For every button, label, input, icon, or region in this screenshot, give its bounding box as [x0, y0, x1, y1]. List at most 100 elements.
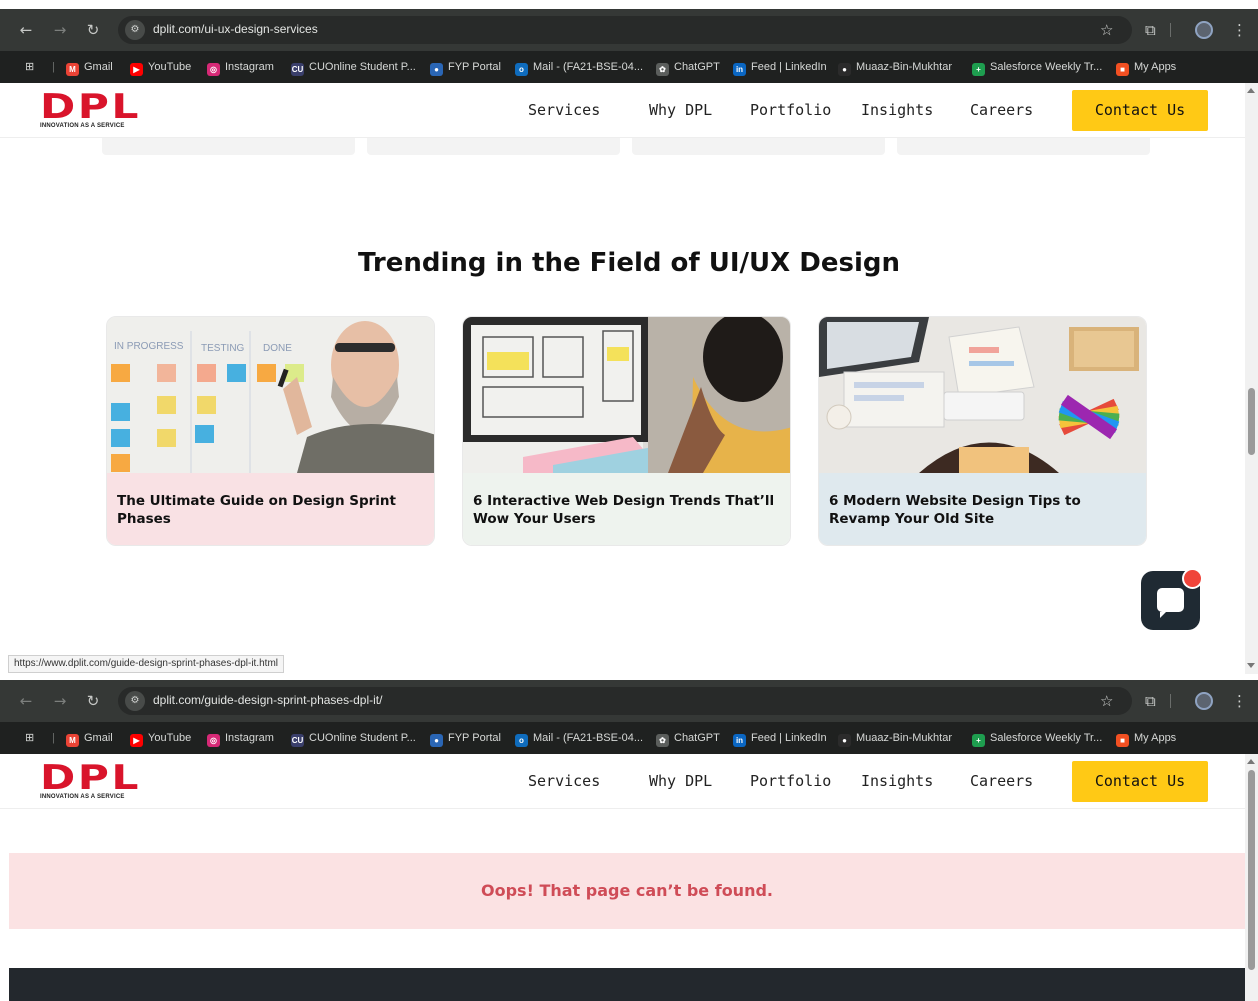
- bookmark-favicon-icon: ●: [430, 734, 443, 747]
- bookmark-favicon-icon: CU: [291, 63, 304, 76]
- bookmark-item[interactable]: ◎ Instagram: [207, 58, 274, 76]
- nav-insights[interactable]: Insights: [861, 101, 933, 119]
- profile-avatar[interactable]: [1195, 21, 1213, 39]
- menu-kebab-icon[interactable]: ⋮: [1232, 691, 1247, 711]
- scroll-up-arrow-icon[interactable]: [1247, 88, 1255, 93]
- nav-careers[interactable]: Careers: [970, 101, 1033, 119]
- bookmark-favicon-icon: +: [972, 63, 985, 76]
- bookmark-item[interactable]: + Salesforce Weekly Tr...: [972, 729, 1102, 747]
- bookmark-item[interactable]: ▶ YouTube: [130, 58, 191, 76]
- bookmark-favicon-icon: o: [515, 734, 528, 747]
- blog-card-title[interactable]: 6 Modern Website Design Tips to Revamp Y…: [819, 473, 1146, 545]
- nav-careers[interactable]: Careers: [970, 772, 1033, 790]
- address-text[interactable]: dplit.com/ui-ux-design-services: [153, 22, 318, 36]
- back-icon[interactable]: ←: [16, 20, 36, 40]
- bookmark-item[interactable]: o Mail - (FA21-BSE-04...: [515, 58, 643, 76]
- extensions-icon[interactable]: ⧉: [1145, 20, 1156, 40]
- desk-swatches-illustration: [819, 317, 1146, 473]
- bookmarks-bar: ⊞ | M Gmail ▶ YouTube ◎ Instagram CU CUOnline S…: [0, 722, 1258, 754]
- toolbar-divider: [1170, 694, 1171, 708]
- bookmark-item[interactable]: CU CUOnline Student P...: [291, 729, 416, 747]
- wireframe-monitor-illustration: [463, 317, 790, 473]
- dpl-logo[interactable]: DPL INNOVATION AS A SERVICE: [40, 761, 139, 800]
- bookmark-item[interactable]: in Feed | LinkedIn: [733, 58, 827, 76]
- address-bar[interactable]: ⚙ dplit.com/guide-design-sprint-phases-d…: [118, 687, 1132, 715]
- blog-card-title[interactable]: The Ultimate Guide on Design Sprint Phas…: [107, 473, 434, 545]
- nav-why-dpl[interactable]: Why DPL: [649, 772, 712, 790]
- bookmark-favicon-icon: ◎: [207, 734, 220, 747]
- menu-kebab-icon[interactable]: ⋮: [1232, 20, 1247, 40]
- bookmark-label: Instagram: [225, 732, 274, 744]
- forward-icon[interactable]: →: [50, 691, 70, 711]
- trending-title: Trending in the Field of UI/UX Design: [358, 248, 900, 278]
- bookmark-label: Salesforce Weekly Tr...: [990, 61, 1103, 73]
- scrollbar-thumb[interactable]: [1248, 770, 1255, 970]
- apps-grid-icon[interactable]: ⊞: [25, 58, 34, 76]
- address-text[interactable]: dplit.com/guide-design-sprint-phases-dpl…: [153, 693, 382, 707]
- bookmark-star-icon[interactable]: ☆: [1100, 691, 1113, 711]
- forward-icon[interactable]: →: [50, 20, 70, 40]
- bookmark-item[interactable]: CU CUOnline Student P...: [291, 58, 416, 76]
- extensions-icon[interactable]: ⧉: [1145, 691, 1156, 711]
- bookmark-item[interactable]: M Gmail: [66, 729, 113, 747]
- page-scrollbar[interactable]: [1245, 754, 1258, 1001]
- bookmark-item[interactable]: ■ My Apps: [1116, 729, 1176, 747]
- nav-services[interactable]: Services: [528, 101, 600, 119]
- blog-card-design-sprint[interactable]: IN PROGRESS TESTING DONE The Ultimate Gu…: [106, 316, 435, 546]
- bookmark-item[interactable]: ● FYP Portal: [430, 729, 501, 747]
- bookmarks-divider: |: [52, 61, 55, 73]
- reload-icon[interactable]: ↻: [83, 20, 103, 40]
- bookmark-item[interactable]: ● Muaaz-Bin-Mukhtar: [838, 729, 952, 747]
- blog-image-sprint-board: IN PROGRESS TESTING DONE: [107, 317, 434, 473]
- bookmark-item[interactable]: + Salesforce Weekly Tr...: [972, 58, 1102, 76]
- bookmark-item[interactable]: M Gmail: [66, 58, 113, 76]
- contact-us-button[interactable]: Contact Us: [1072, 761, 1208, 802]
- contact-us-button[interactable]: Contact Us: [1072, 90, 1208, 131]
- scrollbar-thumb[interactable]: [1248, 388, 1255, 455]
- bookmark-favicon-icon: ■: [1116, 734, 1129, 747]
- profile-avatar[interactable]: [1195, 692, 1213, 710]
- back-icon[interactable]: ←: [16, 691, 36, 711]
- card-stub: [897, 138, 1150, 155]
- nav-portfolio[interactable]: Portfolio: [750, 101, 831, 119]
- browser-toolbar: ← → ↻ ⚙ dplit.com/guide-design-sprint-ph…: [0, 680, 1258, 722]
- bookmark-label: YouTube: [148, 732, 192, 744]
- bookmark-item[interactable]: ● Muaaz-Bin-Mukhtar: [838, 58, 952, 76]
- nav-portfolio[interactable]: Portfolio: [750, 772, 831, 790]
- bookmark-item[interactable]: ✿ ChatGPT: [656, 729, 720, 747]
- bookmark-label: FYP Portal: [448, 61, 501, 73]
- bookmark-item[interactable]: ● FYP Portal: [430, 58, 501, 76]
- site-header: DPL INNOVATION AS A SERVICE Services Why…: [0, 754, 1258, 809]
- bookmark-item[interactable]: ✿ ChatGPT: [656, 58, 720, 76]
- nav-insights[interactable]: Insights: [861, 772, 933, 790]
- site-settings-icon[interactable]: ⚙: [125, 20, 145, 40]
- scroll-down-arrow-icon[interactable]: [1247, 663, 1255, 668]
- address-bar[interactable]: ⚙ dplit.com/ui-ux-design-services: [118, 16, 1132, 44]
- apps-grid-icon[interactable]: ⊞: [25, 729, 34, 747]
- bookmark-label: Mail - (FA21-BSE-04...: [533, 61, 644, 73]
- bookmark-item[interactable]: o Mail - (FA21-BSE-04...: [515, 729, 643, 747]
- site-settings-icon[interactable]: ⚙: [125, 691, 145, 711]
- bookmark-label: Gmail: [84, 732, 113, 744]
- bookmark-label: My Apps: [1134, 61, 1177, 73]
- dpl-logo[interactable]: DPL INNOVATION AS A SERVICE: [40, 90, 139, 129]
- scroll-up-arrow-icon[interactable]: [1247, 759, 1255, 764]
- bookmark-star-icon[interactable]: ☆: [1100, 20, 1113, 40]
- bookmark-item[interactable]: ◎ Instagram: [207, 729, 274, 747]
- bookmark-item[interactable]: in Feed | LinkedIn: [733, 729, 827, 747]
- reload-icon[interactable]: ↻: [83, 691, 103, 711]
- blog-card-title[interactable]: 6 Interactive Web Design Trends That’ll …: [463, 473, 790, 545]
- bookmark-item[interactable]: ▶ YouTube: [130, 729, 191, 747]
- nav-why-dpl[interactable]: Why DPL: [649, 101, 712, 119]
- blog-card-web-design-trends[interactable]: 6 Interactive Web Design Trends That’ll …: [462, 316, 791, 546]
- page-scrollbar[interactable]: [1245, 83, 1258, 674]
- bookmark-favicon-icon: M: [66, 734, 79, 747]
- site-footer: [9, 968, 1245, 1001]
- bookmark-label: Muaaz-Bin-Mukhtar: [856, 61, 952, 73]
- nav-services[interactable]: Services: [528, 772, 600, 790]
- card-stub: [632, 138, 885, 155]
- blog-card-website-tips[interactable]: 6 Modern Website Design Tips to Revamp Y…: [818, 316, 1147, 546]
- blog-image-desk-swatches: [819, 317, 1146, 473]
- bookmark-item[interactable]: ■ My Apps: [1116, 58, 1176, 76]
- bookmark-label: Gmail: [84, 61, 113, 73]
